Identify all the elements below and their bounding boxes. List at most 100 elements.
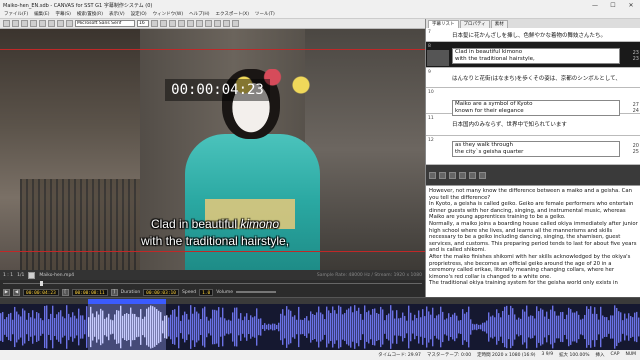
seek-bar[interactable] — [0, 280, 425, 287]
set-out-icon[interactable]: ] — [110, 288, 118, 296]
menu-window[interactable]: ウィンドウ(W) — [153, 11, 183, 17]
waveform-bar — [606, 317, 608, 337]
english-text-field[interactable]: as they walk through the city`s geisha qu… — [452, 141, 620, 157]
status-num: NUM — [625, 352, 636, 357]
duration-timecode[interactable]: 00:00:03:10 — [143, 288, 179, 296]
waveform-bar — [404, 315, 406, 339]
close-button[interactable]: ✕ — [622, 0, 640, 10]
waveform-bar — [450, 316, 452, 338]
tab-subtitle-list[interactable]: 字幕リスト — [428, 20, 459, 28]
step-back-icon[interactable]: ◀ — [13, 288, 20, 296]
menu-help[interactable]: ヘルプ(H) — [189, 11, 209, 17]
tab-material[interactable]: 素材 — [490, 20, 508, 28]
waveform-bar — [348, 308, 350, 346]
audio-waveform[interactable] — [0, 304, 640, 350]
seek-handle[interactable] — [40, 281, 43, 286]
waveform-bar — [600, 306, 602, 348]
waveform-bar — [186, 313, 188, 341]
waveform-bar — [536, 306, 538, 348]
subtitle-row[interactable]: 12 as they walk through the city`s geisha… — [426, 136, 640, 165]
undo-icon[interactable] — [57, 20, 64, 27]
ruby-icon[interactable] — [214, 20, 221, 27]
timeline-ruler[interactable] — [0, 297, 640, 304]
copy-icon[interactable] — [39, 20, 46, 27]
volume-slider[interactable] — [235, 291, 276, 293]
set-in-icon[interactable]: [ — [61, 288, 69, 296]
italic-icon[interactable] — [160, 20, 167, 27]
paste-icon[interactable] — [48, 20, 55, 27]
waveform-bar — [562, 311, 564, 343]
waveform-bar — [396, 310, 398, 344]
waveform-bar — [380, 306, 382, 348]
merge-icon[interactable] — [459, 171, 466, 179]
align-left-icon[interactable] — [187, 20, 194, 27]
color-icon[interactable] — [178, 20, 185, 27]
new-icon[interactable] — [3, 20, 10, 27]
menu-file[interactable]: ファイル(F) — [4, 11, 28, 17]
waveform-bar — [20, 316, 22, 338]
open-icon[interactable] — [12, 20, 19, 27]
english-text-field[interactable]: Clad in beautiful kimono with the traditi… — [452, 48, 620, 64]
menu-tools[interactable]: ツール(T) — [255, 11, 275, 17]
subtitle-row[interactable]: 10 Maiko are a symbol of Kyoto known for … — [426, 88, 640, 116]
waveform-bar — [510, 305, 512, 349]
out-timecode[interactable]: 00:00:08:11 — [71, 288, 108, 296]
speed-value[interactable]: 1.0 — [199, 288, 214, 296]
save-icon[interactable] — [21, 20, 28, 27]
delete-row-icon[interactable] — [439, 171, 446, 179]
underline-icon[interactable] — [169, 20, 176, 27]
monitor-icon[interactable] — [28, 271, 36, 279]
font-size-select[interactable]: 16 — [137, 20, 149, 27]
redo-icon[interactable] — [66, 20, 73, 27]
waveform-bar — [156, 309, 158, 345]
waveform-bar — [496, 309, 498, 345]
waveform-bar — [532, 315, 534, 339]
waveform-bar — [304, 318, 306, 336]
waveform-bar — [390, 305, 392, 349]
waveform-bar — [264, 323, 266, 331]
position-icon[interactable] — [223, 20, 230, 27]
minimize-button[interactable]: — — [586, 0, 604, 10]
script-notes[interactable]: However, not many know the difference be… — [426, 185, 640, 297]
waveform-bar — [276, 324, 278, 330]
waveform-bar — [22, 308, 24, 346]
move-down-icon[interactable] — [479, 171, 486, 179]
menu-settings[interactable]: 設定(O) — [131, 11, 147, 17]
zoom-label[interactable]: 1 : 1 — [3, 273, 13, 278]
split-icon[interactable] — [449, 171, 456, 179]
menu-edit[interactable]: 編集(E) — [34, 11, 49, 17]
align-center-icon[interactable] — [196, 20, 203, 27]
tab-properties[interactable]: プロパティ — [459, 20, 490, 28]
waveform-bar — [296, 319, 298, 335]
waveform-bar — [148, 307, 150, 347]
waveform-bar — [56, 314, 58, 340]
subtitle-row[interactable]: 7 日本髪に花かんざしを挿し、色鮮やかな着物の舞妓さんたち。 — [426, 28, 640, 42]
status-count: 3 9/9 — [541, 352, 554, 357]
subtitle-row[interactable]: 9 はんなりと花街(はなまち)を歩くその姿は、京都のシンボルとして、 — [426, 68, 640, 88]
bold-icon[interactable] — [151, 20, 158, 27]
waveform-bar — [288, 309, 290, 345]
waveform-bar — [312, 313, 314, 341]
move-up-icon[interactable] — [469, 171, 476, 179]
video-preview[interactable]: 00:00:04:23 Clad in beautiful kimono wit… — [0, 29, 425, 270]
subtitle-row-selected[interactable]: 8 Clad in beautiful kimono with the tradi… — [426, 42, 640, 68]
japanese-text: はんなりと花街(はなまち)を歩くその姿は、京都のシンボルとして、 — [452, 76, 621, 82]
menu-view[interactable]: 表示(V) — [109, 11, 125, 17]
waveform-bar — [618, 311, 620, 343]
preview-icon[interactable] — [232, 20, 239, 27]
align-right-icon[interactable] — [205, 20, 212, 27]
maximize-button[interactable]: ☐ — [604, 0, 622, 10]
in-timecode[interactable]: 00:00:04:23 — [23, 288, 59, 296]
waveform-bar — [438, 314, 440, 340]
font-select[interactable]: Microsoft Sans Serif — [75, 20, 135, 27]
insert-row-icon[interactable] — [429, 171, 436, 179]
subtitle-row[interactable]: 11 日本国内のみならず、世界中で知られています — [426, 114, 640, 136]
menu-subtitle[interactable]: 字幕(S) — [55, 11, 70, 17]
cut-icon[interactable] — [30, 20, 37, 27]
menu-search[interactable]: 検索/置換(R) — [77, 11, 103, 17]
play-icon[interactable]: ▶ — [3, 288, 10, 296]
waveform-bar — [42, 320, 44, 334]
waveform-bar — [160, 312, 162, 342]
menu-export[interactable]: エクスポート(X) — [216, 11, 249, 17]
waveform-bar — [594, 307, 596, 347]
